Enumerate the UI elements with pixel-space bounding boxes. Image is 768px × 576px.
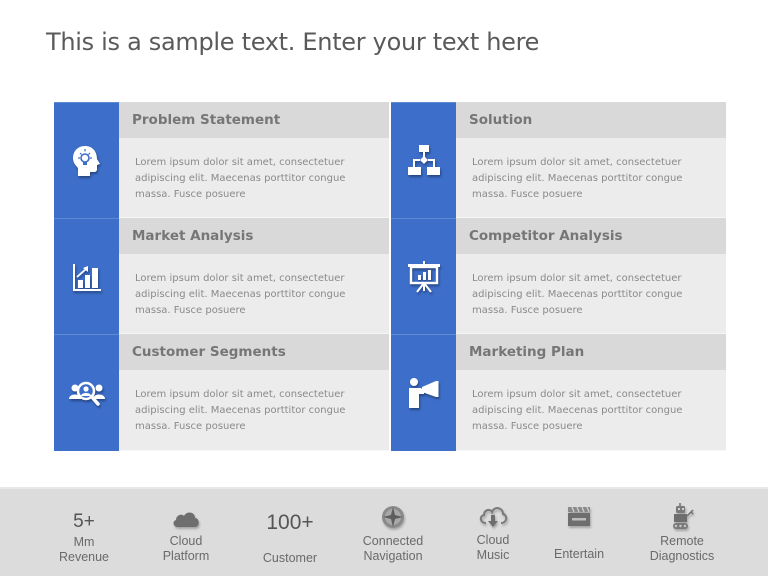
card-solution: Solution Lorem ipsum dolor sit amet, con… (391, 102, 726, 218)
feature-label-line1: Cloud (169, 534, 203, 548)
card-market-analysis: Market Analysis Lorem ipsum dolor sit am… (54, 218, 389, 334)
presentation-board-icon (391, 218, 456, 334)
robot-icon (640, 503, 724, 531)
card-grid: Problem Statement Lorem ipsum dolor sit … (54, 102, 726, 451)
feature-label-line1: Connected (362, 534, 424, 548)
stat-value: 100+ (266, 511, 314, 534)
card-title: Problem Statement (119, 102, 389, 138)
clapperboard-icon (546, 505, 612, 527)
card-body-text: Lorem ipsum dolor sit amet, consectetuer… (472, 389, 683, 432)
compass-icon (355, 505, 431, 529)
card-body-text: Lorem ipsum dolor sit amet, consectetuer… (135, 157, 346, 200)
feature-label-line1: Remote (660, 534, 704, 548)
people-search-icon (54, 334, 119, 451)
card-title: Customer Segments (119, 334, 389, 370)
feature-label-line1: Cloud (476, 533, 510, 547)
megaphone-person-icon (391, 334, 456, 451)
feature-entertain: Entertain (546, 489, 612, 576)
stat-value: 5+ (73, 511, 95, 532)
stat-label-line1: Customer (262, 551, 318, 565)
feature-cloud-music: Cloud Music (460, 489, 526, 576)
card-title: Market Analysis (119, 218, 389, 254)
stat-label-line2: Revenue (58, 550, 110, 564)
card-competitor-analysis: Competitor Analysis Lorem ipsum dolor si… (391, 218, 726, 334)
stat-customer: 100+ Customer (252, 489, 328, 576)
flowchart-icon (391, 102, 456, 218)
card-body-text: Lorem ipsum dolor sit amet, consectetuer… (135, 273, 346, 316)
feature-connected-navigation: Connected Navigation (355, 489, 431, 576)
card-title: Solution (456, 102, 726, 138)
cloud-download-icon (460, 505, 526, 529)
cloud-icon (150, 509, 222, 529)
page-title: This is a sample text. Enter your text h… (46, 28, 540, 56)
card-marketing-plan: Marketing Plan Lorem ipsum dolor sit ame… (391, 334, 726, 451)
feature-cloud-platform: Cloud Platform (150, 489, 222, 576)
feature-label-line2: Music (476, 548, 510, 562)
card-customer-segments: Customer Segments Lorem ipsum dolor sit … (54, 334, 389, 451)
feature-label-line1: Entertain (553, 547, 605, 561)
footer-stats-bar: 5+ Mm Revenue Cloud Platform 100+ Custom… (0, 487, 768, 576)
feature-label-line2: Navigation (363, 549, 423, 563)
feature-label-line2: Platform (162, 549, 210, 563)
stat-label-line1: Mm (73, 535, 95, 549)
stat-revenue: 5+ Mm Revenue (48, 489, 120, 576)
card-title: Competitor Analysis (456, 218, 726, 254)
feature-label-line2: Diagnostics (649, 549, 715, 563)
card-body-text: Lorem ipsum dolor sit amet, consectetuer… (472, 273, 683, 316)
card-problem-statement: Problem Statement Lorem ipsum dolor sit … (54, 102, 389, 218)
head-lightbulb-icon (54, 102, 119, 218)
card-body-text: Lorem ipsum dolor sit amet, consectetuer… (135, 389, 346, 432)
bar-chart-growth-icon (54, 218, 119, 334)
card-title: Marketing Plan (456, 334, 726, 370)
feature-remote-diagnostics: Remote Diagnostics (640, 489, 724, 576)
card-body-text: Lorem ipsum dolor sit amet, consectetuer… (472, 157, 683, 200)
